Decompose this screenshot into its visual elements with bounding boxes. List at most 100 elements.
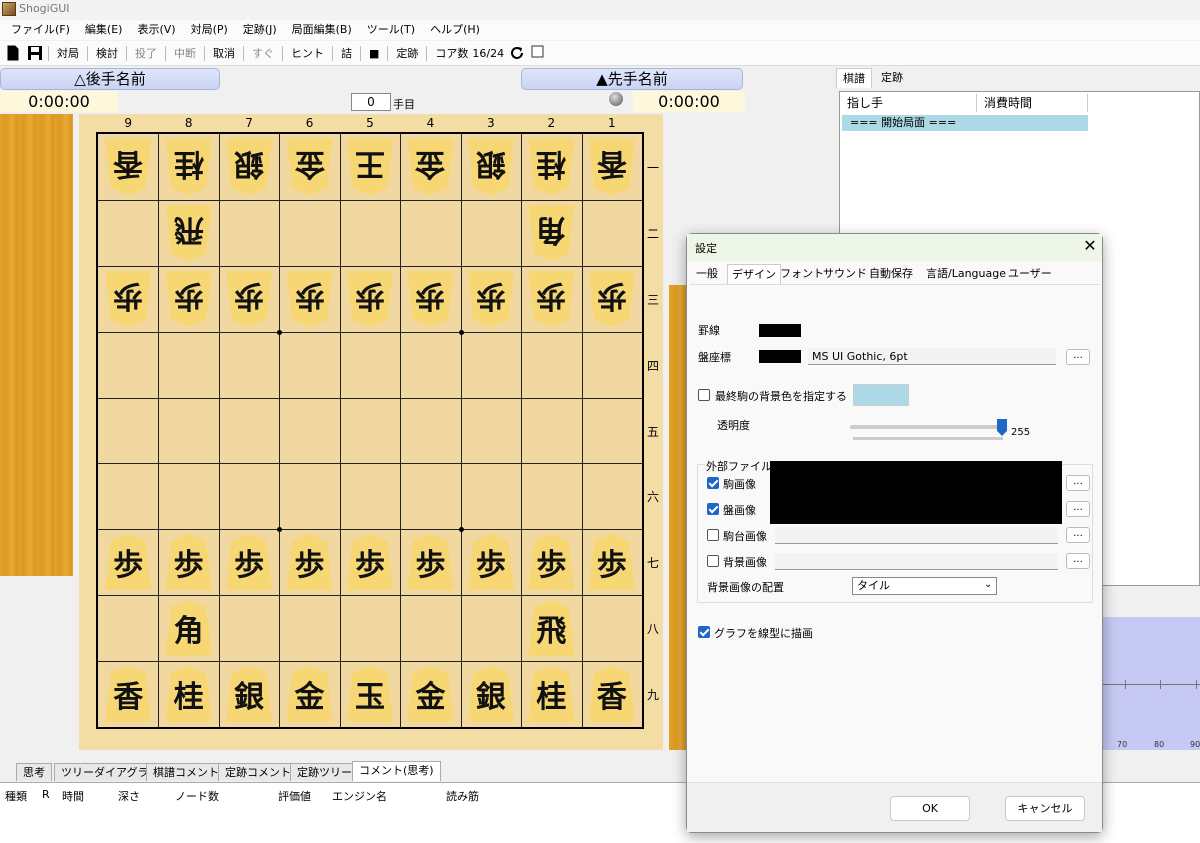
resign-button[interactable]: 投了: [129, 41, 163, 66]
gote-piece[interactable]: 角: [528, 204, 575, 261]
gote-piece[interactable]: 歩: [165, 270, 212, 327]
move-now-button[interactable]: すぐ: [246, 41, 280, 66]
move-number-input[interactable]: 0: [351, 93, 391, 111]
gote-piece[interactable]: 桂: [528, 138, 575, 195]
tab-design[interactable]: デザイン: [727, 264, 781, 285]
sente-piece[interactable]: 歩: [528, 534, 575, 591]
tab-thinking[interactable]: 思考: [16, 763, 52, 781]
bg-image-browse-button[interactable]: ...: [1066, 553, 1090, 569]
menu-joseki[interactable]: 定跡(J): [236, 20, 285, 40]
sente-piece[interactable]: 香: [105, 666, 152, 723]
gote-piece[interactable]: 王: [347, 138, 393, 195]
board-image-browse-button[interactable]: ...: [1066, 501, 1090, 517]
grid-line-color[interactable]: [759, 324, 801, 337]
sente-piece[interactable]: 歩: [407, 534, 454, 591]
sente-piece[interactable]: 歩: [286, 534, 333, 591]
menu-game[interactable]: 対局(P): [184, 20, 236, 40]
menu-tools[interactable]: ツール(T): [360, 20, 423, 40]
last-move-bg-checkbox[interactable]: [698, 389, 710, 401]
col-eval[interactable]: 評価値: [278, 788, 311, 804]
sente-piece[interactable]: 歩: [105, 534, 152, 591]
gote-piece[interactable]: 香: [588, 138, 635, 195]
sente-piece[interactable]: 歩: [588, 534, 635, 591]
tab-sound[interactable]: サウンド: [819, 264, 871, 284]
gote-piece[interactable]: 歩: [286, 270, 333, 327]
last-move-color-swatch[interactable]: [853, 384, 909, 406]
tab-comment-thinking[interactable]: コメント(思考): [352, 761, 441, 781]
coord-font-browse-button[interactable]: ...: [1066, 349, 1090, 365]
piece-image-browse-button[interactable]: ...: [1066, 475, 1090, 491]
gote-piece[interactable]: 歩: [407, 270, 454, 327]
sente-piece[interactable]: 飛: [528, 600, 575, 657]
gote-piece[interactable]: 歩: [588, 270, 635, 327]
gote-piece[interactable]: 歩: [467, 270, 514, 327]
ok-button[interactable]: OK: [890, 796, 970, 821]
col-r[interactable]: R: [42, 788, 50, 801]
stand-image-path[interactable]: [775, 527, 1058, 544]
gote-piece[interactable]: 金: [286, 138, 333, 195]
kifu-row-start[interactable]: === 開始局面 ===: [842, 115, 1088, 131]
gote-piece[interactable]: 金: [407, 138, 454, 195]
gote-piece[interactable]: 歩: [347, 270, 393, 327]
gote-piece[interactable]: 歩: [105, 270, 152, 327]
board-image-checkbox[interactable]: [707, 503, 719, 515]
save-icon[interactable]: [27, 45, 43, 61]
col-type[interactable]: 種類: [5, 788, 27, 804]
stand-image-browse-button[interactable]: ...: [1066, 527, 1090, 543]
gote-piece[interactable]: 銀: [226, 138, 273, 195]
sente-piece[interactable]: 歩: [165, 534, 212, 591]
bg-image-checkbox[interactable]: [707, 555, 719, 567]
graph-linear-checkbox[interactable]: [698, 626, 710, 638]
tab-kifu[interactable]: 棋譜: [836, 68, 872, 88]
interrupt-button[interactable]: 中断: [168, 41, 202, 66]
bg-image-path[interactable]: [775, 553, 1058, 570]
bg-layout-select[interactable]: タイル: [852, 577, 997, 595]
kifu-column-time[interactable]: 消費時間: [980, 94, 1088, 112]
sente-piece[interactable]: 歩: [347, 534, 393, 591]
joseki-button[interactable]: 定跡: [390, 41, 424, 66]
col-depth[interactable]: 深さ: [118, 788, 140, 804]
tab-joseki-tree[interactable]: 定跡ツリー: [290, 763, 359, 781]
mate-search-button[interactable]: 詰: [335, 41, 358, 66]
piece-image-checkbox[interactable]: [707, 477, 719, 489]
sente-piece[interactable]: 玉: [347, 666, 393, 723]
study-button[interactable]: 検討: [90, 41, 124, 66]
tab-autosave[interactable]: 自動保存: [865, 264, 917, 284]
sente-piece[interactable]: 銀: [226, 666, 273, 723]
sente-piece[interactable]: 角: [165, 600, 212, 657]
cancel-button[interactable]: キャンセル: [1005, 796, 1085, 821]
menu-edit[interactable]: 編集(E): [78, 20, 131, 40]
col-pv[interactable]: 読み筋: [446, 788, 479, 804]
stand-image-checkbox[interactable]: [707, 529, 719, 541]
sente-piece[interactable]: 桂: [528, 666, 575, 723]
opacity-slider[interactable]: [850, 425, 1005, 429]
col-time[interactable]: 時間: [62, 788, 84, 804]
hint-button[interactable]: ヒント: [285, 41, 330, 66]
gote-piece[interactable]: 歩: [226, 270, 273, 327]
coord-font-field[interactable]: MS UI Gothic, 6pt: [808, 348, 1056, 365]
undo-button[interactable]: 取消: [207, 41, 241, 66]
tab-joseki-comment[interactable]: 定跡コメント: [218, 763, 298, 781]
col-nodes[interactable]: ノード数: [175, 788, 219, 804]
menu-view[interactable]: 表示(V): [130, 20, 183, 40]
col-engine[interactable]: エンジン名: [332, 788, 387, 804]
kifu-column-move[interactable]: 指し手: [842, 94, 977, 112]
close-icon[interactable]: ✕: [1082, 236, 1098, 256]
menu-position-edit[interactable]: 局面編集(B): [285, 20, 360, 40]
sente-piece[interactable]: 香: [588, 666, 635, 723]
tab-joseki[interactable]: 定跡: [875, 68, 909, 88]
toggle-checkbox[interactable]: [531, 45, 547, 61]
new-file-icon[interactable]: [5, 45, 21, 61]
tab-general[interactable]: 一般: [692, 264, 722, 284]
tab-kifu-comment[interactable]: 棋譜コメント: [146, 763, 226, 781]
sente-piece[interactable]: 歩: [467, 534, 514, 591]
coord-color[interactable]: [759, 350, 801, 363]
sente-piece[interactable]: 歩: [226, 534, 273, 591]
menu-file[interactable]: ファイル(F): [4, 20, 78, 40]
gote-piece[interactable]: 銀: [467, 138, 514, 195]
sente-piece[interactable]: 銀: [467, 666, 514, 723]
gote-piece[interactable]: 桂: [165, 138, 212, 195]
gote-piece[interactable]: 香: [105, 138, 152, 195]
menu-help[interactable]: ヘルプ(H): [423, 20, 488, 40]
sente-piece[interactable]: 金: [407, 666, 454, 723]
